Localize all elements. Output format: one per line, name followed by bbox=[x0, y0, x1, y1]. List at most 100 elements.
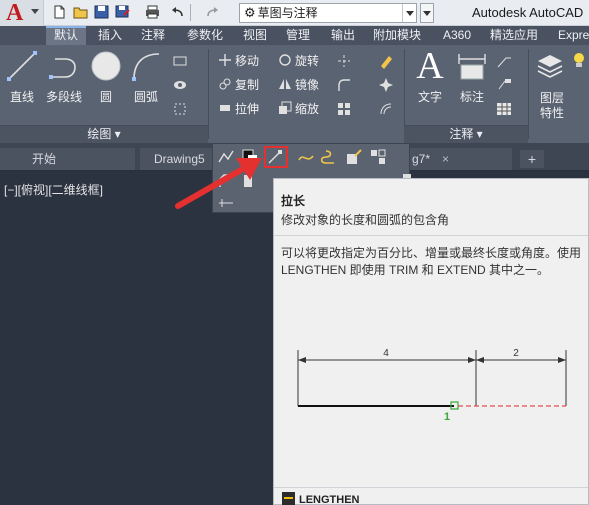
tooltip-command: LENGTHEN bbox=[282, 492, 360, 505]
open-icon[interactable] bbox=[73, 5, 88, 19]
dimension-icon bbox=[455, 49, 489, 83]
panel-separator bbox=[208, 49, 209, 139]
line-tool-label: 直线 bbox=[9, 90, 34, 104]
layer-label-line1: 图层 bbox=[540, 91, 565, 105]
scale-tool[interactable]: 缩放 bbox=[278, 99, 319, 119]
tab-output[interactable]: 输出 bbox=[331, 26, 355, 45]
tab-insert[interactable]: 插入 bbox=[98, 26, 122, 45]
join-icon[interactable] bbox=[321, 148, 339, 166]
new-icon[interactable] bbox=[52, 5, 67, 19]
tab-featured-apps[interactable]: 精选应用 bbox=[490, 26, 538, 45]
tab-start[interactable]: 开始 bbox=[0, 148, 135, 170]
break-icon[interactable] bbox=[297, 148, 315, 166]
tab-express[interactable]: Expre bbox=[558, 26, 589, 45]
trim-icon[interactable] bbox=[336, 53, 352, 69]
workspace-dropdown[interactable]: ⚙ 草图与注释 bbox=[239, 3, 417, 23]
tab-manage[interactable]: 管理 bbox=[286, 26, 310, 45]
text-tool-label: 文字 bbox=[417, 90, 442, 104]
rotate-label: 旋转 bbox=[295, 54, 320, 68]
multileader-icon[interactable] bbox=[496, 77, 512, 93]
region-icon[interactable] bbox=[172, 101, 188, 117]
red-arrow-annotation bbox=[175, 158, 262, 209]
save-as-icon[interactable] bbox=[115, 5, 130, 19]
stretch-tool[interactable]: 拉伸 bbox=[218, 99, 259, 119]
polyline-tool[interactable]: 多段线 bbox=[42, 49, 86, 105]
save-icon[interactable] bbox=[94, 5, 109, 19]
customize-quick-access-button[interactable] bbox=[420, 3, 434, 23]
scale-label: 缩放 bbox=[295, 102, 320, 116]
move-tool[interactable]: 移动 bbox=[218, 51, 259, 71]
copy-icon bbox=[218, 77, 232, 91]
undo-icon[interactable] bbox=[170, 5, 185, 19]
rotate-tool[interactable]: 旋转 bbox=[278, 51, 319, 71]
stretch-label: 拉伸 bbox=[235, 102, 260, 116]
rectangle-icon[interactable] bbox=[172, 53, 188, 69]
tooltip-divider bbox=[274, 487, 588, 488]
workspace-label: 草图与注释 bbox=[257, 6, 318, 20]
rotate-icon bbox=[278, 53, 292, 67]
copy-label: 复制 bbox=[235, 78, 260, 92]
line-icon bbox=[5, 49, 39, 83]
move-label: 移动 bbox=[235, 54, 260, 68]
close-icon[interactable]: × bbox=[442, 152, 449, 166]
diagram-label-a: 4 bbox=[383, 348, 389, 359]
tab-annotate[interactable]: 注释 bbox=[141, 26, 165, 45]
arc-tool[interactable]: 圆弧 bbox=[126, 49, 166, 105]
tooltip-description: 修改对象的长度和圆弧的包含角 bbox=[281, 213, 450, 227]
gear-icon: ⚙ bbox=[244, 5, 256, 20]
tooltip-divider bbox=[274, 235, 588, 236]
move-icon bbox=[218, 53, 232, 67]
stretch-icon bbox=[218, 101, 232, 115]
tooltip-command-name: LENGTHEN bbox=[299, 494, 360, 505]
autocad-logo: A bbox=[6, 0, 24, 26]
dimension-tool[interactable]: 标注 bbox=[452, 49, 492, 105]
chevron-down-icon bbox=[31, 9, 39, 14]
scale-icon bbox=[278, 101, 292, 115]
tab-drawing7[interactable]: g7* × bbox=[400, 148, 512, 170]
mirror-icon bbox=[278, 77, 292, 91]
annotation-panel-footer[interactable]: 注释 ▾ bbox=[404, 125, 528, 143]
title-bar: A ⚙ 草图与注释 Autodesk AutoCAD bbox=[0, 0, 589, 26]
app-title: Autodesk AutoCAD bbox=[472, 5, 584, 20]
hatch-icon[interactable] bbox=[172, 77, 188, 93]
edit-hatch-icon[interactable] bbox=[345, 148, 363, 166]
explode-icon[interactable] bbox=[378, 77, 394, 93]
diagram-point-label: 1 bbox=[444, 411, 450, 423]
lengthen-tooltip: 拉长 修改对象的长度和圆弧的包含角 可以将更改指定为百分比、增量或最终长度或角度… bbox=[273, 178, 589, 505]
new-tab-button[interactable]: + bbox=[520, 150, 544, 168]
tab-view[interactable]: 视图 bbox=[243, 26, 267, 45]
print-icon[interactable] bbox=[145, 5, 160, 19]
fillet-icon[interactable] bbox=[336, 77, 352, 93]
erase-icon[interactable] bbox=[378, 53, 394, 69]
lengthen-diagram: 4 2 1 bbox=[297, 348, 567, 423]
circle-tool[interactable]: 圆 bbox=[86, 49, 126, 105]
polyline-icon bbox=[47, 49, 81, 83]
mirror-tool[interactable]: 镜像 bbox=[278, 75, 319, 95]
application-menu-button[interactable]: A bbox=[0, 0, 44, 26]
table-icon[interactable] bbox=[496, 101, 512, 117]
offset-icon[interactable] bbox=[378, 101, 394, 117]
toolbar-separator bbox=[190, 4, 191, 21]
leader-icon[interactable] bbox=[496, 53, 512, 69]
arc-icon bbox=[129, 49, 163, 83]
line-tool[interactable]: 直线 bbox=[2, 49, 42, 105]
copy-tool[interactable]: 复制 bbox=[218, 75, 259, 95]
redo-icon[interactable] bbox=[205, 5, 220, 19]
diagram-label-b: 2 bbox=[513, 348, 519, 359]
layer-label-line2: 特性 bbox=[540, 106, 565, 120]
tab-default[interactable]: 默认 bbox=[46, 26, 87, 45]
command-icon bbox=[282, 492, 295, 505]
tab-parametric[interactable]: 参数化 bbox=[187, 26, 223, 45]
draw-panel-footer[interactable]: 绘图 ▾ bbox=[0, 125, 208, 143]
dimension-tool-label: 标注 bbox=[459, 90, 484, 104]
tab-drawing7-label: g7* bbox=[412, 152, 431, 166]
text-tool[interactable]: A 文字 bbox=[410, 47, 450, 105]
mirror-label: 镜像 bbox=[295, 78, 320, 92]
reverse-icon[interactable] bbox=[369, 148, 387, 166]
array-icon[interactable] bbox=[336, 101, 352, 117]
viewport-controls[interactable]: [−][俯视][二维线框] bbox=[4, 181, 103, 198]
tab-a360[interactable]: A360 bbox=[443, 26, 471, 45]
lightbulb-icon[interactable] bbox=[571, 51, 587, 69]
layer-properties-icon[interactable] bbox=[536, 51, 564, 79]
tab-addins[interactable]: 附加模块 bbox=[373, 26, 421, 45]
